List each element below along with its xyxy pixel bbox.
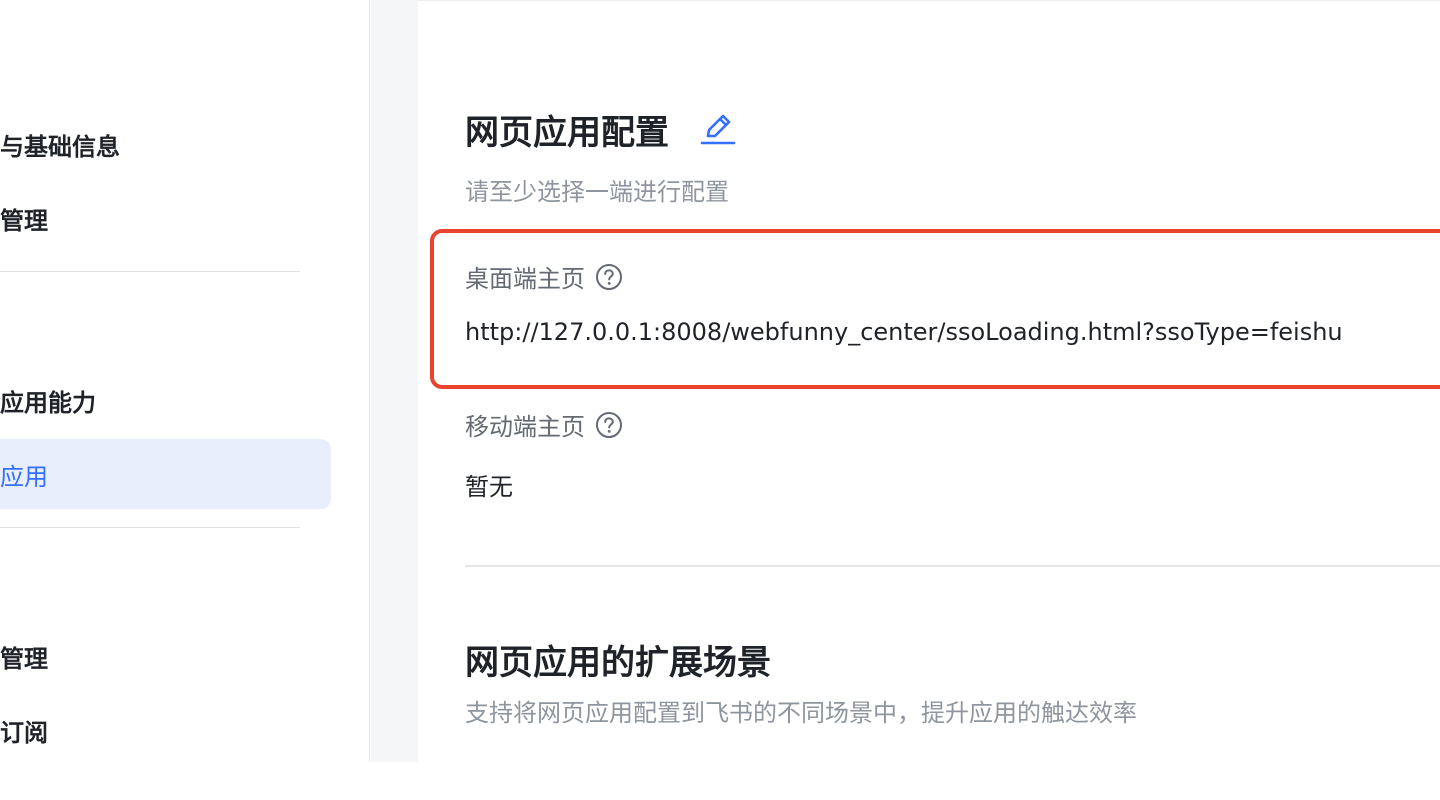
main-content: 网页应用配置 请至少选择一端进行配置 桌面端主页 http://127.0.0.… bbox=[418, 0, 1440, 762]
sidebar-item-app-capabilities[interactable]: 应用能力 bbox=[0, 364, 331, 436]
sidebar-item-permission-management[interactable]: 管理 bbox=[0, 620, 331, 692]
mobile-home-label: 移动端主页 bbox=[465, 407, 623, 442]
sidebar-divider bbox=[0, 271, 300, 272]
section-divider bbox=[465, 565, 1440, 567]
page: 与基础信息 管理 应用能力 应用 管理 订阅 网页应用配置 请至少选择一端进行配… bbox=[0, 0, 1440, 800]
sidebar-item-label: 与基础信息 bbox=[0, 132, 120, 161]
extension-scenes-description: 支持将网页应用配置到飞书的不同场景中，提升应用的触达效率 bbox=[465, 699, 1137, 727]
sidebar-item-basic-info[interactable]: 与基础信息 bbox=[0, 108, 331, 180]
sidebar-item-label: 应用 bbox=[0, 462, 48, 491]
web-app-config-title: 网页应用配置 bbox=[465, 113, 669, 153]
desktop-home-label: 桌面端主页 bbox=[465, 259, 623, 294]
help-circle-icon[interactable] bbox=[595, 263, 623, 291]
sidebar-item-label: 订阅 bbox=[0, 718, 48, 747]
sidebar-divider bbox=[0, 527, 300, 528]
edit-icon[interactable] bbox=[700, 109, 736, 147]
content-gutter bbox=[371, 0, 418, 762]
web-app-config-description: 请至少选择一端进行配置 bbox=[465, 178, 729, 206]
highlight-box bbox=[430, 229, 1440, 389]
help-circle-icon[interactable] bbox=[595, 411, 623, 439]
sidebar-item-management[interactable]: 管理 bbox=[0, 182, 331, 254]
extension-scenes-title: 网页应用的扩展场景 bbox=[465, 643, 771, 683]
sidebar-item-label: 管理 bbox=[0, 206, 48, 235]
sidebar-item-event-subscription[interactable]: 订阅 bbox=[0, 694, 331, 766]
mobile-home-label-text: 移动端主页 bbox=[465, 413, 585, 441]
bottom-strip bbox=[0, 762, 1440, 800]
sidebar-item-label: 管理 bbox=[0, 644, 48, 673]
sidebar: 与基础信息 管理 应用能力 应用 管理 订阅 bbox=[0, 0, 370, 762]
desktop-home-url: http://127.0.0.1:8008/webfunny_center/ss… bbox=[465, 318, 1343, 346]
desktop-home-label-text: 桌面端主页 bbox=[465, 265, 585, 293]
sidebar-item-web-app[interactable]: 应用 bbox=[0, 439, 331, 509]
sidebar-item-label: 应用能力 bbox=[0, 388, 96, 417]
mobile-home-value: 暂无 bbox=[465, 473, 513, 501]
